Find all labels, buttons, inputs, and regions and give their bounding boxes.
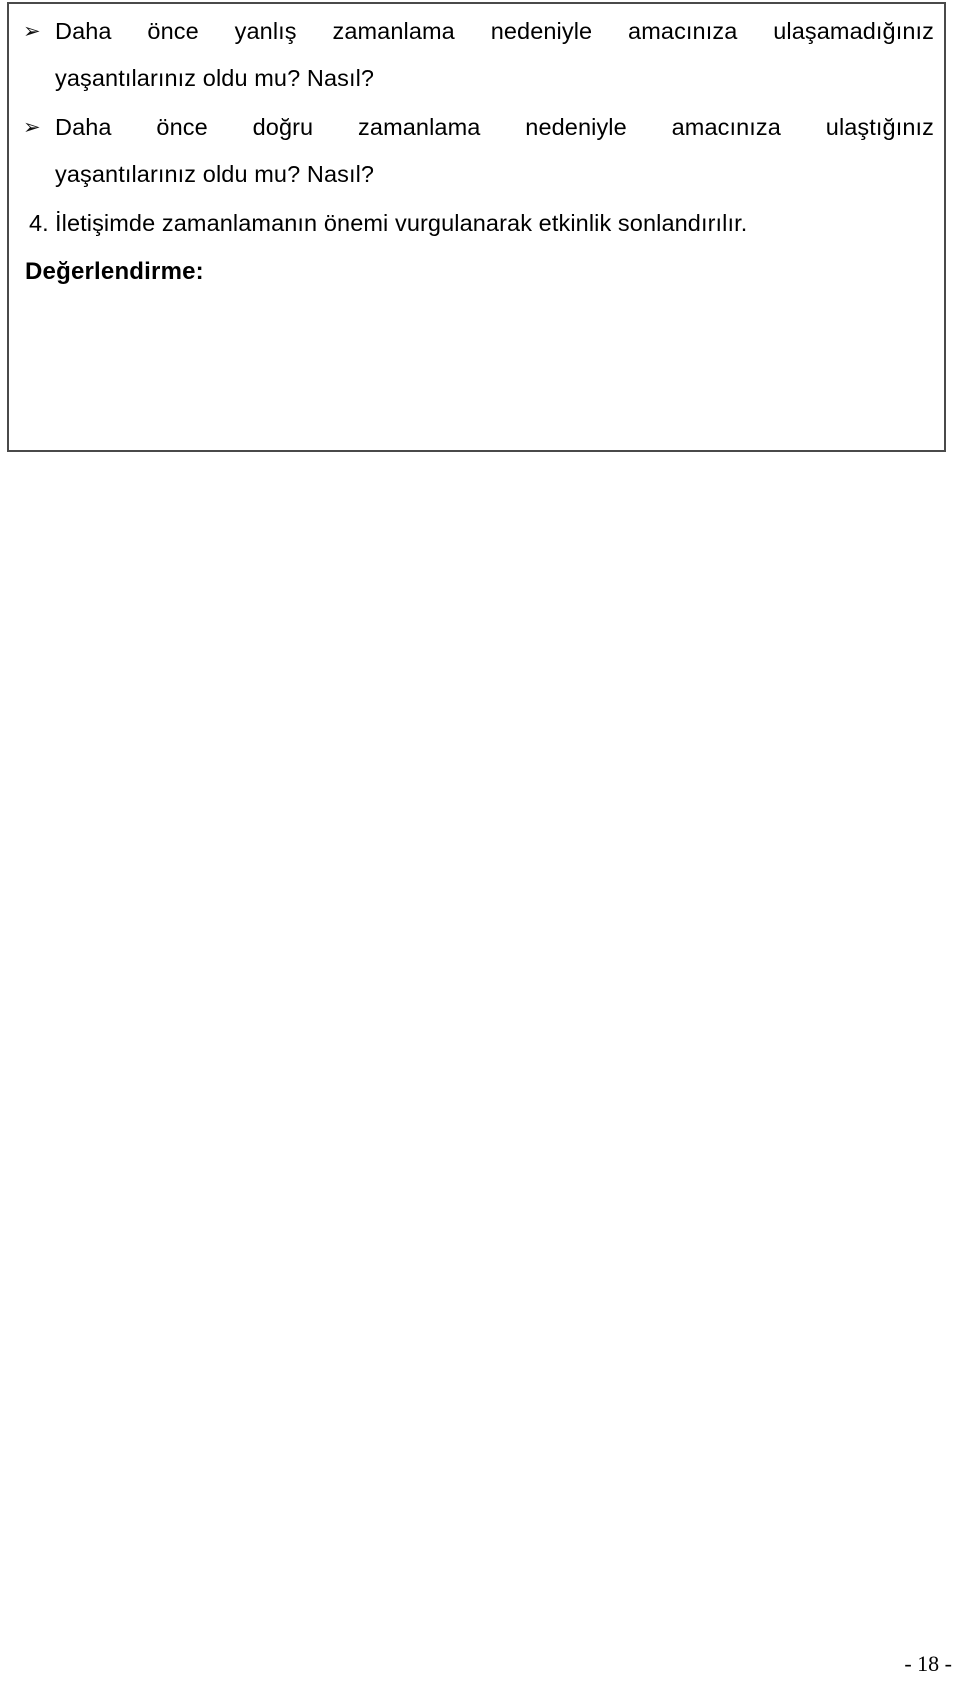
list-item-text: İletişimde zamanlamanın önemi vurgulanar… <box>55 210 748 236</box>
arrow-bullet-icon: ➢ <box>23 116 41 139</box>
bullet-item-text: Daha önce yanlış zamanlama nedeniyle ama… <box>55 8 934 102</box>
page-footer: - 18 - <box>652 1651 952 1677</box>
bullet-item-line: Daha önce doğru zamanlama nedeniyle amac… <box>55 114 934 140</box>
document-page: ➢ Daha önce yanlış zamanlama nedeniyle a… <box>0 0 960 1687</box>
list-item-number: 4. <box>29 210 49 236</box>
bullet-item-text: Daha önce doğru zamanlama nedeniyle amac… <box>55 104 934 198</box>
content-frame-inner: ➢ Daha önce yanlış zamanlama nedeniyle a… <box>9 4 944 450</box>
bullet-item-line: yaşantılarınız oldu mu? Nasıl? <box>55 161 375 187</box>
numbered-list-item: 4. İletişimde zamanlamanın önemi vurgula… <box>17 200 934 247</box>
section-heading: Değerlendirme: <box>25 258 204 285</box>
page-number: - 18 - <box>904 1651 952 1676</box>
bullet-item-line: Daha önce yanlış zamanlama nedeniyle ama… <box>55 18 934 44</box>
bullet-item: ➢ Daha önce yanlış zamanlama nedeniyle a… <box>17 8 934 102</box>
arrow-bullet-icon: ➢ <box>23 20 41 43</box>
bullet-item-line: yaşantılarınız oldu mu? Nasıl? <box>55 65 375 91</box>
content-frame: ➢ Daha önce yanlış zamanlama nedeniyle a… <box>7 2 946 452</box>
bullet-item: ➢ Daha önce doğru zamanlama nedeniyle am… <box>17 104 934 198</box>
